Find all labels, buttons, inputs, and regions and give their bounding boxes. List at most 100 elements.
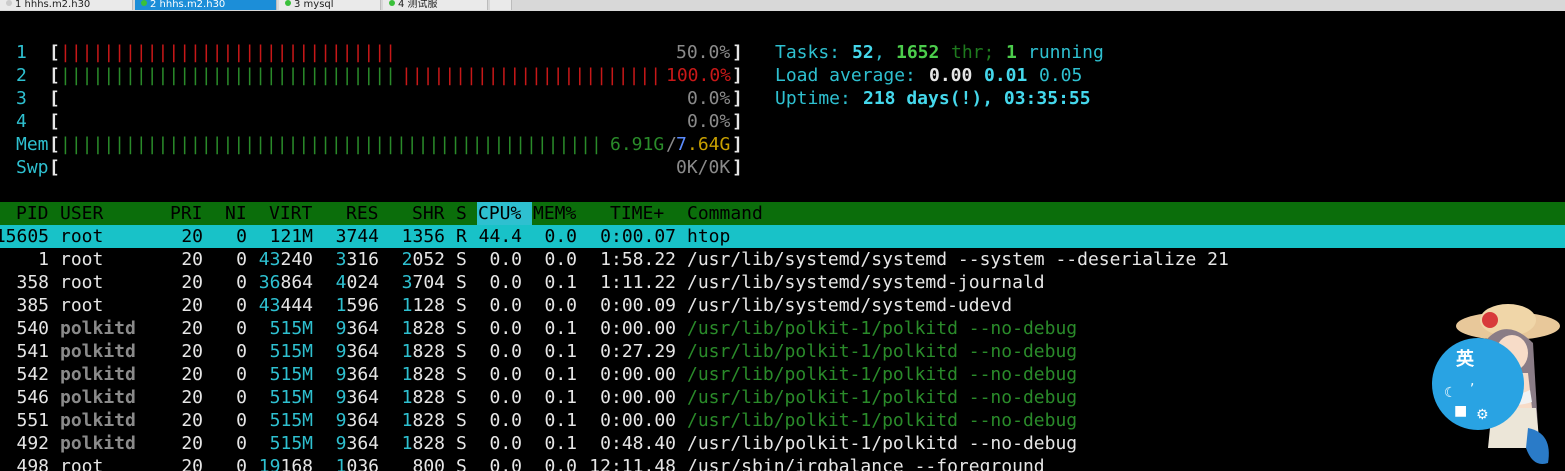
cell-pri: 20	[181, 249, 203, 270]
comma-icon[interactable]: ,	[1470, 370, 1474, 393]
cell-state: R	[456, 226, 467, 247]
cell-ni: 0	[236, 272, 247, 293]
cell-user: polkitd	[60, 318, 136, 339]
cell-cpu: 0.0	[489, 387, 522, 408]
running-count: 1	[1006, 42, 1017, 63]
cell-cpu: 44.4	[478, 226, 522, 247]
load-5min: 0.01	[984, 65, 1028, 86]
cell-virt: 515M	[269, 433, 313, 454]
cell-pri: 20	[181, 387, 203, 408]
cell-state: S	[456, 341, 467, 362]
ime-floating-widget[interactable]: 英 , ☾ ■ ⚙	[1428, 298, 1565, 471]
cell-ni: 0	[236, 456, 247, 471]
cell-state: S	[456, 433, 467, 454]
threads-count: 1652	[896, 42, 940, 63]
cell-user: polkitd	[60, 433, 136, 454]
cell-cpu: 0.0	[489, 433, 522, 454]
table-row[interactable]: 498 root 20 0 19168 1036 800 S 0.0 0.0 12:11.48/us…	[0, 455, 1565, 471]
ime-circle[interactable]: 英 , ☾ ■ ⚙	[1432, 338, 1524, 430]
column-pid[interactable]: PID	[16, 202, 49, 225]
meter-open-bracket: [	[49, 42, 60, 63]
cell-cpu: 0.0	[489, 341, 522, 362]
cell-mem: 0.1	[544, 318, 577, 339]
cell-time: 1:11.22	[600, 272, 676, 293]
tab-strip: 1 hhhs.m2.h30 2 hhhs.m2.h30 3 mysql 4 测试…	[0, 0, 1565, 11]
cell-command: /usr/lib/polkit-1/polkitd --no-debug	[687, 341, 1078, 362]
column-ni[interactable]: NI	[225, 202, 247, 225]
cell-mem: 0.0	[544, 226, 577, 247]
meter-close-bracket: ]	[732, 88, 743, 109]
cell-command: /usr/lib/polkit-1/polkitd --no-debug	[687, 410, 1078, 431]
session-status-icon	[141, 0, 147, 6]
tab-session-3[interactable]: 3 mysql	[279, 0, 381, 10]
table-row[interactable]: 540 polkitd 20 0 515M 9364 1828 S 0.0 0.1 0:00.00 /…	[0, 317, 1565, 340]
cpu-percent-text: 0.0%	[687, 111, 731, 132]
meter-close-bracket: ]	[732, 157, 743, 178]
meter-open-bracket: [	[49, 88, 60, 109]
load-average: Load average: 0.00 0.01 0.05	[0, 64, 1082, 87]
table-row[interactable]: 541 polkitd 20 0 515M 9364 1828 S 0.0 0.1 0:27.29 /…	[0, 340, 1565, 363]
table-row[interactable]: 1 root 20 0 43240 3316 2052 S 0.0 0.0 1:58.22/usr/…	[0, 248, 1565, 271]
tab-session-1[interactable]: 1 hhhs.m2.h30	[0, 0, 133, 10]
cell-pri: 20	[181, 456, 203, 471]
meter-open-bracket: [	[49, 134, 60, 155]
cell-time: 1:58.22	[600, 249, 676, 270]
terminal-window[interactable]: 1 hhhs.m2.h30 2 hhhs.m2.h30 3 mysql 4 测试…	[0, 0, 1565, 471]
meter-open-bracket: [	[49, 65, 60, 86]
cell-command: /usr/lib/polkit-1/polkitd --no-debug	[687, 387, 1078, 408]
cell-command: /usr/lib/polkit-1/polkitd --no-debug	[687, 318, 1078, 339]
column-pri[interactable]: PRI	[170, 202, 203, 225]
cell-virt: 19168	[258, 456, 313, 471]
cell-pid: 540	[16, 318, 49, 339]
cell-state: S	[456, 249, 467, 270]
cell-ni: 0	[236, 295, 247, 316]
tshirt-icon[interactable]: ■	[1454, 400, 1467, 423]
cell-pri: 20	[181, 318, 203, 339]
session-status-icon	[6, 0, 12, 6]
table-row[interactable]: 15605 root 20 0 121M 3744 1356 R 44.4 0.0 0:00.07 h…	[0, 225, 1565, 248]
table-row[interactable]: 385 root 20 0 43444 1596 1128 S 0.0 0.0 0:00.09/us…	[0, 294, 1565, 317]
table-row[interactable]: 551 polkitd 20 0 515M 9364 1828 S 0.0 0.1 0:00.00 /…	[0, 409, 1565, 432]
column-virt[interactable]: VIRT	[269, 202, 312, 225]
threads-label: thr;	[951, 42, 995, 63]
cell-ni: 0	[236, 364, 247, 385]
column-time[interactable]: TIME+	[610, 202, 664, 225]
tab-session-4[interactable]: 4 测试服	[383, 0, 488, 10]
column-res[interactable]: RES	[346, 202, 379, 225]
column-command[interactable]: Command	[687, 202, 763, 225]
cell-time: 0:00.00	[600, 387, 676, 408]
table-row[interactable]: 492 polkitd 20 0 515M 9364 1828 S 0.0 0.1 0:48.40 /…	[0, 432, 1565, 455]
cell-pid: 385	[16, 295, 49, 316]
cell-state: S	[456, 295, 467, 316]
cell-res: 3744	[335, 226, 379, 247]
cell-command: /usr/lib/systemd/systemd-udevd	[687, 295, 1013, 316]
meter-close-bracket: ]	[732, 65, 743, 86]
gear-icon[interactable]: ⚙	[1476, 404, 1489, 427]
memory-total-int: 7	[676, 134, 687, 155]
cell-pri: 20	[181, 272, 203, 293]
cell-shr: 3704	[401, 272, 445, 293]
session-status-icon	[285, 0, 291, 6]
column-state[interactable]: S	[456, 202, 467, 225]
cell-time: 0:00.00	[600, 364, 676, 385]
tab-session-2[interactable]: 2 hhhs.m2.h30	[135, 0, 277, 10]
table-row[interactable]: 546 polkitd 20 0 515M 9364 1828 S 0.0 0.1 0:00.00 /…	[0, 386, 1565, 409]
cpu-percent-text: 100.0%	[666, 65, 732, 86]
uptime-label: Uptime:	[775, 88, 851, 109]
tab-label: 4 测试服	[398, 0, 438, 10]
table-row[interactable]: 358 root 20 0 36864 4024 3704 S 0.0 0.1 1:11.22/us…	[0, 271, 1565, 294]
column-mem[interactable]: MEM%	[533, 202, 576, 225]
cpu-percent-text: 50.0%	[676, 42, 731, 63]
table-row[interactable]: 542 polkitd 20 0 515M 9364 1828 S 0.0 0.1 0:00.00 /…	[0, 363, 1565, 386]
column-shr[interactable]: SHR	[412, 202, 445, 225]
new-tab-button[interactable]	[490, 0, 512, 10]
column-cpu[interactable]: CPU%	[478, 202, 521, 225]
cell-res: 4024	[335, 272, 379, 293]
cell-pri: 20	[181, 295, 203, 316]
column-user[interactable]: USER	[60, 202, 103, 225]
load-1min: 0.00	[929, 65, 973, 86]
cell-state: S	[456, 456, 467, 471]
cell-shr: 1828	[401, 433, 445, 454]
ime-mode-indicator[interactable]: 英	[1456, 348, 1474, 371]
cell-virt: 515M	[269, 410, 313, 431]
